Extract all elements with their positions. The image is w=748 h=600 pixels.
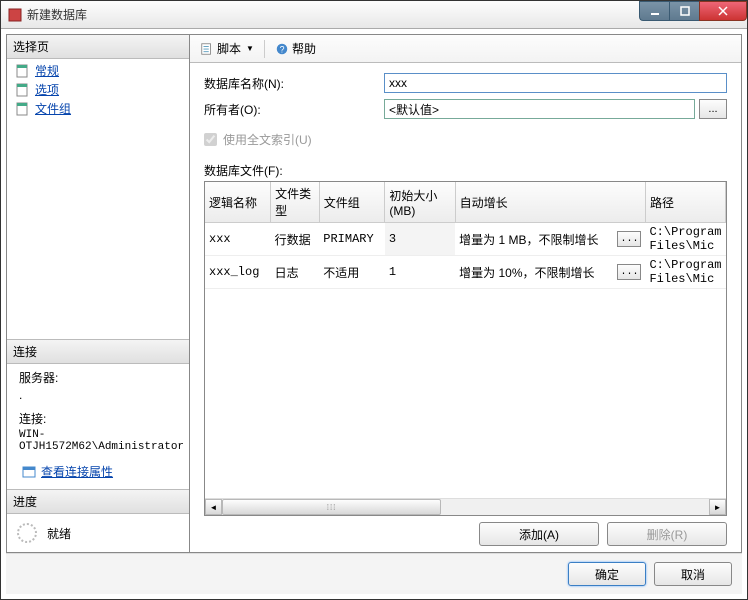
sidebar-item-filegroups[interactable]: 文件组 [7, 99, 189, 118]
remove-button: 删除(R) [607, 522, 727, 546]
titlebar[interactable]: 新建数据库 [1, 1, 747, 29]
cell-logical-name[interactable]: xxx [205, 223, 271, 256]
scroll-right-arrow[interactable]: ► [709, 499, 726, 515]
page-icon [15, 82, 31, 98]
cell-initial-size[interactable]: 3 [385, 223, 455, 256]
cancel-button[interactable]: 取消 [654, 562, 732, 586]
owner-browse-button[interactable]: ... [699, 99, 727, 119]
cell-auto-grow[interactable]: 增量为 10%，不限制增长 [455, 256, 613, 289]
help-icon: ? [275, 42, 289, 56]
connection-label: 连接: [13, 409, 183, 428]
close-button[interactable] [699, 1, 747, 21]
help-button[interactable]: ? 帮助 [271, 38, 320, 59]
cell-file-group[interactable]: PRIMARY [319, 223, 385, 256]
script-button[interactable]: 脚本 ▼ [196, 38, 258, 59]
cell-grow-button[interactable]: ... [613, 256, 645, 289]
owner-input[interactable] [384, 99, 695, 119]
sidebar-item-label: 文件组 [35, 100, 71, 117]
cell-auto-grow[interactable]: 增量为 1 MB，不限制增长 [455, 223, 613, 256]
sidebar-item-options[interactable]: 选项 [7, 80, 189, 99]
cell-file-group[interactable]: 不适用 [319, 256, 385, 289]
cell-path[interactable]: C:\Program Files\Mic [645, 223, 725, 256]
files-label: 数据库文件(F): [204, 162, 727, 179]
col-file-type[interactable]: 文件类型 [271, 182, 320, 223]
db-name-label: 数据库名称(N): [204, 75, 384, 92]
scroll-thumb[interactable]: ⁞⁞⁞ [222, 499, 441, 515]
col-logical-name[interactable]: 逻辑名称 [205, 182, 271, 223]
page-list: 常规 选项 文件组 [7, 59, 189, 120]
page-icon [15, 63, 31, 79]
app-icon [7, 7, 23, 23]
cell-file-type[interactable]: 日志 [271, 256, 320, 289]
col-file-group[interactable]: 文件组 [319, 182, 385, 223]
maximize-button[interactable] [669, 1, 699, 21]
connection-value: WIN-OTJH1572M62\Administrator [13, 428, 183, 454]
progress-status: 就绪 [47, 525, 71, 542]
minimize-button[interactable] [639, 1, 669, 21]
script-icon [200, 42, 214, 56]
db-name-input[interactable] [384, 73, 727, 93]
table-row[interactable]: xxx行数据PRIMARY3增量为 1 MB，不限制增长...C:\Progra… [205, 223, 726, 256]
cell-logical-name[interactable]: xxx_log [205, 256, 271, 289]
page-icon [15, 101, 31, 117]
scroll-track[interactable]: ⁞⁞⁞ [222, 499, 709, 515]
add-button[interactable]: 添加(A) [479, 522, 599, 546]
table-header-row: 逻辑名称 文件类型 文件组 初始大小(MB) 自动增长 路径 [205, 182, 726, 223]
toolbar-separator [264, 40, 265, 58]
main-panel: 脚本 ▼ ? 帮助 数据库名称(N): 所有者(O): [190, 35, 741, 552]
col-path[interactable]: 路径 [645, 182, 725, 223]
properties-icon [21, 464, 37, 480]
sidebar-item-label: 常规 [35, 62, 59, 79]
horizontal-scrollbar[interactable]: ◄ ⁞⁞⁞ ► [205, 498, 726, 515]
dialog-window: 新建数据库 选择页 常规 选项 [0, 0, 748, 600]
table-row[interactable]: xxx_log日志不适用1增量为 10%，不限制增长...C:\Program … [205, 256, 726, 289]
script-label: 脚本 [217, 40, 241, 57]
progress-row: 就绪 [7, 514, 189, 552]
server-value: . [13, 387, 183, 403]
fulltext-label: 使用全文索引(U) [223, 131, 312, 148]
help-label: 帮助 [292, 40, 316, 57]
toolbar: 脚本 ▼ ? 帮助 [190, 35, 741, 63]
scroll-left-arrow[interactable]: ◄ [205, 499, 222, 515]
server-label: 服务器: [13, 368, 183, 387]
progress-spinner-icon [17, 523, 37, 543]
files-table: 逻辑名称 文件类型 文件组 初始大小(MB) 自动增长 路径 xxx行数据PRI… [204, 181, 727, 516]
dialog-buttons: 确定 取消 [6, 553, 742, 594]
cell-path[interactable]: C:\Program Files\Mic [645, 256, 725, 289]
chevron-down-icon: ▼ [246, 44, 254, 53]
sidebar-item-general[interactable]: 常规 [7, 61, 189, 80]
cell-file-type[interactable]: 行数据 [271, 223, 320, 256]
col-initial-size[interactable]: 初始大小(MB) [385, 182, 455, 223]
progress-header: 进度 [7, 489, 189, 514]
fulltext-checkbox [204, 133, 217, 146]
cell-grow-button[interactable]: ... [613, 223, 645, 256]
cell-initial-size[interactable]: 1 [385, 256, 455, 289]
sidebar: 选择页 常规 选项 文件组 连接 [7, 35, 190, 552]
view-connection-label: 查看连接属性 [41, 463, 113, 480]
svg-text:?: ? [280, 44, 285, 54]
view-connection-properties[interactable]: 查看连接属性 [13, 462, 183, 481]
select-page-header: 选择页 [7, 35, 189, 59]
ok-button[interactable]: 确定 [568, 562, 646, 586]
connection-header: 连接 [7, 339, 189, 364]
sidebar-item-label: 选项 [35, 81, 59, 98]
owner-label: 所有者(O): [204, 101, 384, 118]
col-auto-grow[interactable]: 自动增长 [455, 182, 645, 223]
